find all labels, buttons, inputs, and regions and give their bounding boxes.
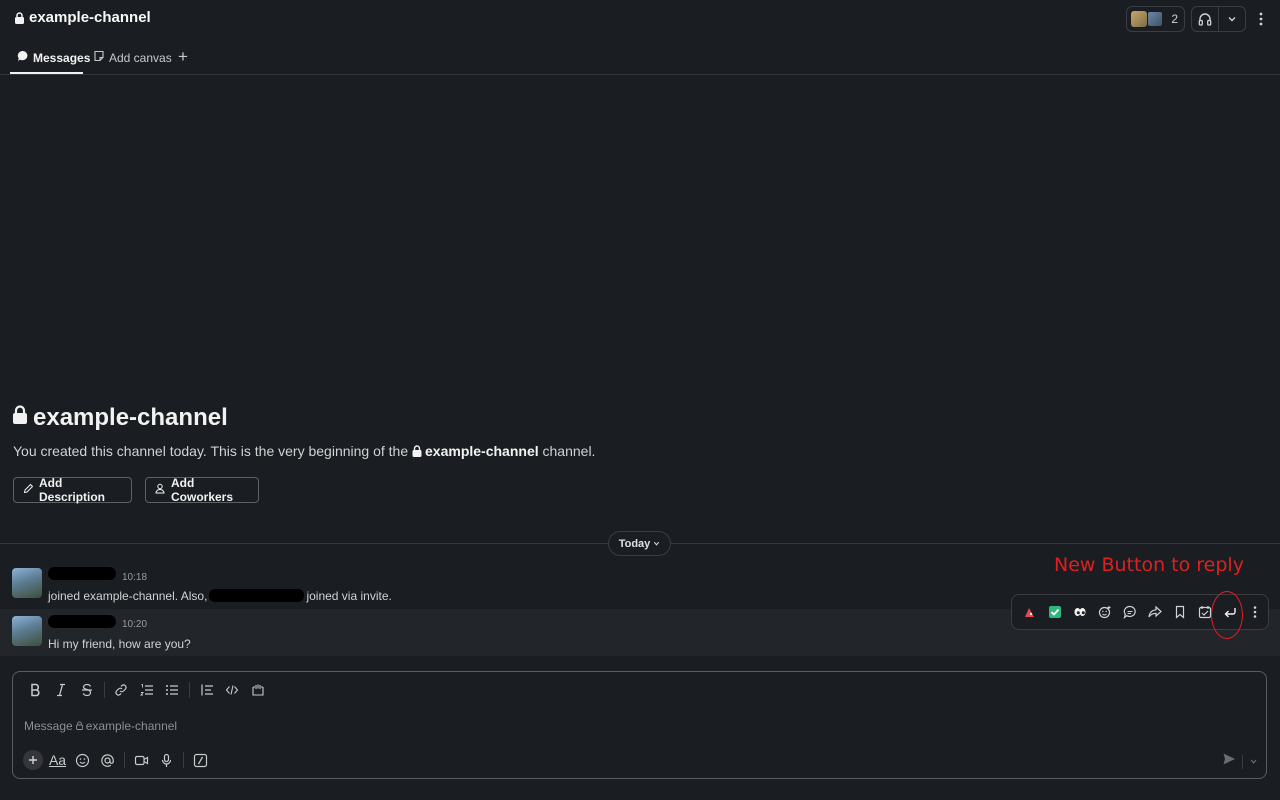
member-avatar	[1131, 11, 1148, 27]
date-label: Today	[618, 537, 651, 550]
share-icon[interactable]	[1142, 599, 1167, 625]
tab-add-canvas[interactable]: Add canvas	[93, 50, 172, 65]
code-icon[interactable]	[220, 680, 246, 700]
eyes-icon[interactable]	[1067, 599, 1092, 625]
attach-button[interactable]	[20, 749, 45, 771]
avatar[interactable]	[12, 568, 42, 598]
person-add-icon	[155, 483, 166, 497]
intro-channel-name: example-channel	[33, 404, 228, 431]
lock-icon	[12, 404, 28, 432]
plus-icon	[22, 750, 43, 770]
tab-label: Add canvas	[109, 50, 172, 65]
pencil-icon	[23, 483, 34, 497]
lock-icon	[14, 11, 25, 24]
lock-icon	[75, 719, 83, 733]
date-divider-button[interactable]: Today	[608, 531, 671, 556]
send-controls	[1222, 752, 1258, 771]
headphones-icon[interactable]	[1192, 7, 1218, 31]
message-timestamp[interactable]: 10:18	[122, 572, 147, 583]
intro-desc-text: channel.	[542, 443, 596, 459]
redacted-name	[209, 589, 305, 602]
italic-icon[interactable]	[49, 680, 75, 700]
message-text-part: joined example-channel. Also,	[48, 589, 208, 603]
message-composer[interactable]: Message example-channel Aa	[12, 671, 1267, 779]
chevron-down-icon[interactable]	[1219, 7, 1245, 31]
channel-header: example-channel 2	[0, 0, 1280, 40]
redacted-author-name[interactable]	[48, 615, 116, 628]
more-icon[interactable]	[1243, 599, 1268, 625]
shortcuts-icon[interactable]	[188, 749, 213, 771]
tab-label: Messages	[33, 50, 91, 65]
message-timestamp[interactable]: 10:20	[122, 619, 147, 630]
message-icon	[17, 50, 29, 65]
bookmark-icon[interactable]	[1168, 599, 1193, 625]
redacted-author-name[interactable]	[48, 567, 116, 580]
huddle-control	[1191, 6, 1246, 32]
more-options-icon[interactable]	[1252, 6, 1270, 32]
tab-messages[interactable]: Messages	[17, 50, 90, 65]
add-coworkers-button[interactable]: Add Coworkers	[145, 476, 259, 504]
send-icon[interactable]	[1222, 752, 1236, 771]
chevron-down-icon[interactable]	[1249, 753, 1258, 771]
microphone-icon[interactable]	[154, 749, 179, 771]
composer-actions: Aa	[20, 749, 213, 771]
placeholder-channel: example-channel	[85, 719, 178, 733]
intro-description: You created this channel today. This is …	[13, 443, 595, 460]
link-icon[interactable]	[109, 680, 135, 700]
add-description-button[interactable]: Add Description	[13, 476, 132, 504]
add-reaction-icon[interactable]	[1092, 599, 1117, 625]
bulleted-list-icon[interactable]	[160, 680, 186, 700]
formatting-toolbar	[23, 680, 271, 700]
member-avatar	[1147, 11, 1164, 27]
placeholder-text: Message	[24, 719, 73, 733]
plus-icon: +	[178, 47, 188, 66]
members-button[interactable]: 2	[1126, 6, 1185, 32]
strikethrough-icon[interactable]	[74, 680, 100, 700]
mention-icon[interactable]	[95, 749, 120, 771]
canvas-icon	[93, 50, 105, 65]
message-text-part: joined via invite.	[306, 589, 392, 603]
reaction-icon[interactable]	[1017, 599, 1042, 625]
annotation-circle	[1211, 591, 1243, 639]
checkmark-icon[interactable]	[1042, 599, 1067, 625]
channel-link[interactable]: example-channel	[425, 443, 539, 459]
blockquote-icon[interactable]	[194, 680, 220, 700]
formatting-toggle-button[interactable]: Aa	[45, 749, 70, 771]
channel-name: example-channel	[29, 9, 151, 26]
avatar[interactable]	[12, 616, 42, 646]
ordered-list-icon[interactable]	[134, 680, 160, 700]
thread-icon[interactable]	[1117, 599, 1142, 625]
message-text: joined example-channel. Also, joined via …	[48, 589, 392, 603]
message-text: Hi my friend, how are you?	[48, 637, 191, 651]
emoji-icon[interactable]	[70, 749, 95, 771]
intro-desc-text: You created this channel today. This is …	[13, 443, 409, 459]
intro-title: example-channel	[12, 404, 228, 432]
channel-tabs: Messages Add canvas +	[0, 42, 1280, 75]
member-count: 2	[1171, 12, 1178, 26]
button-label: Add Coworkers	[171, 476, 234, 504]
message-input-placeholder[interactable]: Message example-channel	[24, 719, 177, 733]
lock-icon	[412, 444, 422, 460]
annotation-label: New Button to reply	[1054, 554, 1244, 576]
code-block-icon[interactable]	[245, 680, 271, 700]
chevron-down-icon	[653, 538, 660, 550]
active-tab-indicator	[10, 72, 83, 74]
button-label: Add Description	[39, 476, 106, 504]
video-icon[interactable]	[129, 749, 154, 771]
format-label: Aa	[48, 752, 67, 768]
bold-icon[interactable]	[23, 680, 49, 700]
add-tab-button[interactable]: +	[178, 47, 188, 67]
channel-title-button[interactable]: example-channel	[14, 9, 151, 26]
